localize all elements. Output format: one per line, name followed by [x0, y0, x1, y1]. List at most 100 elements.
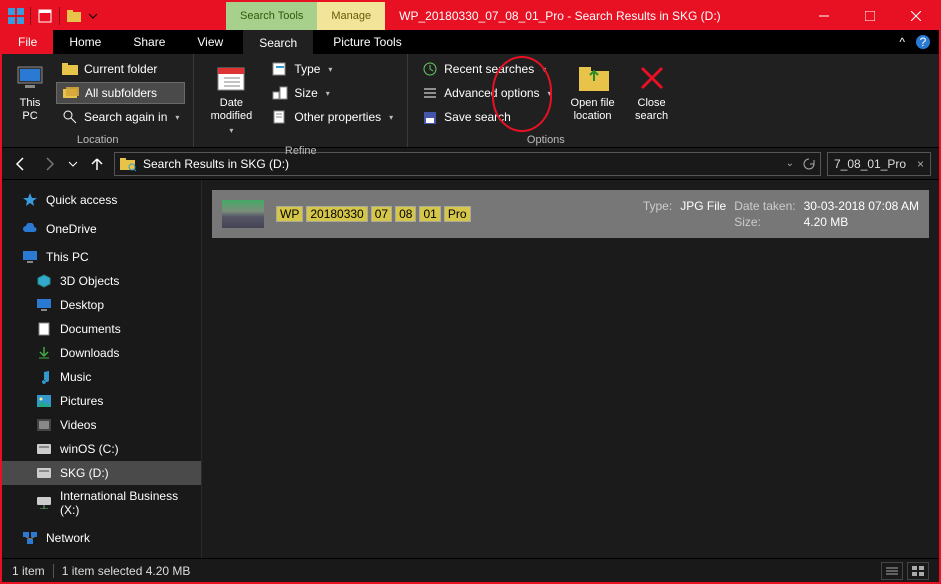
- breadcrumb-dropdown-icon[interactable]: ⌄: [786, 158, 794, 169]
- meta-key: Type:: [643, 199, 672, 213]
- star-icon: [22, 192, 38, 208]
- search-again-label: Search again in: [84, 110, 167, 124]
- sidebar-label: Network: [46, 531, 90, 545]
- navigation-bar: Search Results in SKG (D:) ⌄ 7_08_01_Pro…: [2, 148, 939, 180]
- list-icon: [422, 85, 438, 101]
- calendar-icon: [215, 62, 247, 94]
- details-view-button[interactable]: [881, 562, 903, 580]
- tab-home[interactable]: Home: [53, 30, 117, 54]
- document-icon: [272, 109, 288, 125]
- clear-search-icon[interactable]: ×: [917, 157, 924, 171]
- item-count: 1 item: [12, 564, 45, 578]
- size-button[interactable]: Size ▾: [266, 82, 399, 104]
- chevron-down-icon: ▾: [229, 126, 233, 135]
- sidebar-item-music[interactable]: Music: [2, 365, 201, 389]
- open-file-location-button[interactable]: Open file location: [564, 58, 622, 127]
- contextual-tabs: Search Tools Manage: [226, 2, 385, 30]
- sidebar-item-skg[interactable]: SKG (D:): [2, 461, 201, 485]
- app-icon: [8, 8, 24, 24]
- type-label: Type: [294, 62, 320, 76]
- download-icon: [36, 345, 52, 361]
- back-button[interactable]: [10, 153, 32, 175]
- search-icon: [62, 109, 78, 125]
- maximize-button[interactable]: [847, 2, 893, 30]
- search-again-button[interactable]: Search again in ▾: [56, 106, 185, 128]
- meta-value: 4.20 MB: [804, 215, 919, 229]
- search-box[interactable]: 7_08_01_Pro ×: [827, 152, 931, 176]
- ribbon-group-refine: Date modified ▾ Type ▾ Size ▾: [194, 54, 408, 147]
- search-result-row[interactable]: WP 20180330 07 08 01 Pro Type: JPG File …: [212, 190, 929, 238]
- explorer-window: Search Tools Manage WP_20180330_07_08_01…: [0, 0, 941, 584]
- minimize-button[interactable]: [801, 2, 847, 30]
- sidebar-label: SKG (D:): [60, 466, 109, 480]
- thumbnail-icon: [222, 200, 264, 228]
- match-part: WP: [276, 206, 303, 222]
- separator: [53, 564, 54, 578]
- this-pc-button[interactable]: This PC: [10, 58, 50, 127]
- group-label-location: Location: [2, 132, 193, 149]
- recent-locations-button[interactable]: [66, 153, 80, 175]
- meta-key: Date taken:: [734, 199, 795, 213]
- folder-open-icon: [577, 62, 609, 94]
- chevron-down-icon: ▾: [326, 89, 330, 98]
- tab-view[interactable]: View: [181, 30, 239, 54]
- context-tab-manage[interactable]: Manage: [317, 2, 385, 30]
- type-button[interactable]: Type ▾: [266, 58, 399, 80]
- match-part: 08: [395, 206, 416, 222]
- new-folder-icon[interactable]: [66, 8, 82, 24]
- file-menu[interactable]: File: [2, 30, 53, 54]
- meta-key: Size:: [734, 215, 795, 229]
- all-subfolders-label: All subfolders: [85, 86, 157, 100]
- tab-picture-tools[interactable]: Picture Tools: [317, 30, 417, 54]
- type-icon: [272, 61, 288, 77]
- size-label: Size: [294, 86, 317, 100]
- refresh-icon[interactable]: [802, 157, 816, 171]
- folders-icon: [63, 85, 79, 101]
- up-button[interactable]: [86, 153, 108, 175]
- cloud-icon: [22, 221, 38, 237]
- sidebar-item-winos[interactable]: winOS (C:): [2, 437, 201, 461]
- drive-icon: [36, 465, 52, 481]
- ribbon: This PC Current folder All subfolders Se…: [2, 54, 939, 148]
- close-button[interactable]: [893, 2, 939, 30]
- navigation-pane: Quick access OneDrive This PC 3D Objects…: [2, 180, 202, 558]
- current-folder-button[interactable]: Current folder: [56, 58, 185, 80]
- date-modified-button[interactable]: Date modified ▾: [202, 58, 260, 139]
- forward-button[interactable]: [38, 153, 60, 175]
- collapse-ribbon-icon[interactable]: ^: [899, 35, 905, 49]
- sidebar-label: OneDrive: [46, 222, 97, 236]
- date-modified-label: Date modified: [211, 97, 253, 123]
- tab-share[interactable]: Share: [117, 30, 181, 54]
- sidebar-item-this-pc[interactable]: This PC: [2, 245, 201, 269]
- sidebar-item-network[interactable]: Network: [2, 526, 201, 550]
- chevron-down-icon: ▾: [175, 113, 179, 122]
- thumbnails-view-button[interactable]: [907, 562, 929, 580]
- history-icon: [422, 61, 438, 77]
- group-label-refine: Refine: [194, 143, 407, 160]
- tab-search[interactable]: Search: [243, 30, 313, 54]
- sidebar-label: Music: [60, 370, 91, 384]
- sidebar-item-quick-access[interactable]: Quick access: [2, 188, 201, 212]
- help-icon[interactable]: ?: [915, 34, 931, 50]
- close-search-button[interactable]: Close search: [628, 58, 676, 127]
- sidebar-label: Quick access: [46, 193, 117, 207]
- sidebar-label: Videos: [60, 418, 96, 432]
- sidebar-item-3d-objects[interactable]: 3D Objects: [2, 269, 201, 293]
- sidebar-item-intl-business[interactable]: International Business (X:): [2, 485, 201, 521]
- all-subfolders-button[interactable]: All subfolders: [56, 82, 185, 104]
- sidebar-item-videos[interactable]: Videos: [2, 413, 201, 437]
- results-pane[interactable]: WP 20180330 07 08 01 Pro Type: JPG File …: [202, 180, 939, 558]
- sidebar-item-pictures[interactable]: Pictures: [2, 389, 201, 413]
- sidebar-item-downloads[interactable]: Downloads: [2, 341, 201, 365]
- annotation-oval: [492, 56, 552, 132]
- current-folder-label: Current folder: [84, 62, 157, 76]
- other-properties-button[interactable]: Other properties ▾: [266, 106, 399, 128]
- sidebar-item-onedrive[interactable]: OneDrive: [2, 217, 201, 241]
- video-icon: [36, 417, 52, 433]
- properties-icon[interactable]: [37, 8, 53, 24]
- document-icon: [36, 321, 52, 337]
- context-tab-search-tools[interactable]: Search Tools: [226, 2, 317, 30]
- qat-dropdown-icon[interactable]: [88, 8, 98, 24]
- sidebar-item-desktop[interactable]: Desktop: [2, 293, 201, 317]
- sidebar-item-documents[interactable]: Documents: [2, 317, 201, 341]
